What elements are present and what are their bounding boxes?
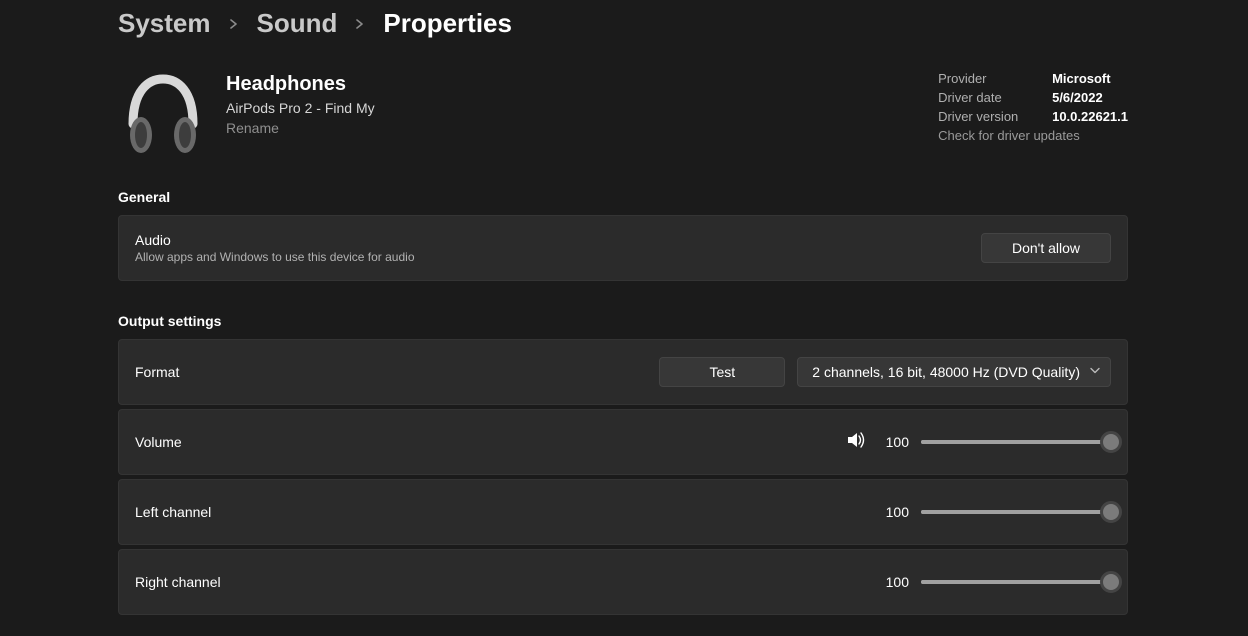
device-header: Headphones AirPods Pro 2 - Find My Renam… (118, 69, 375, 159)
check-driver-updates-link[interactable]: Check for driver updates (938, 128, 1128, 143)
right-channel-slider[interactable] (921, 580, 1111, 584)
format-label: Format (135, 364, 179, 380)
breadcrumb-system[interactable]: System (118, 8, 211, 39)
right-channel-card: Right channel 100 (118, 549, 1128, 615)
speaker-icon[interactable] (845, 429, 867, 456)
driver-date-label: Driver date (938, 88, 1026, 107)
breadcrumb-sound[interactable]: Sound (257, 8, 338, 39)
volume-label: Volume (135, 434, 182, 450)
volume-value: 100 (879, 434, 909, 450)
left-channel-slider[interactable] (921, 510, 1111, 514)
driver-version-value: 10.0.22621.1 (1052, 107, 1128, 126)
audio-title: Audio (135, 232, 415, 248)
driver-date-value: 5/6/2022 (1052, 88, 1103, 107)
volume-card: Volume 100 (118, 409, 1128, 475)
output-settings-header: Output settings (118, 313, 1128, 329)
chevron-down-icon (1090, 366, 1100, 379)
test-button[interactable]: Test (659, 357, 785, 387)
driver-version-label: Driver version (938, 107, 1026, 126)
audio-allow-card: Audio Allow apps and Windows to use this… (118, 215, 1128, 281)
audio-subtitle: Allow apps and Windows to use this devic… (135, 250, 415, 264)
right-channel-label: Right channel (135, 574, 221, 590)
headphones-icon (118, 69, 208, 159)
left-channel-label: Left channel (135, 504, 211, 520)
left-channel-value: 100 (879, 504, 909, 520)
driver-provider-value: Microsoft (1052, 69, 1111, 88)
format-select[interactable]: 2 channels, 16 bit, 48000 Hz (DVD Qualit… (797, 357, 1111, 387)
driver-provider-label: Provider (938, 69, 1026, 88)
general-section-header: General (118, 189, 1128, 205)
format-card: Format Test 2 channels, 16 bit, 48000 Hz… (118, 339, 1128, 405)
chevron-right-icon (229, 16, 239, 32)
breadcrumb-properties: Properties (383, 8, 512, 39)
volume-slider[interactable] (921, 440, 1111, 444)
rename-link[interactable]: Rename (226, 120, 375, 136)
driver-info: Provider Microsoft Driver date 5/6/2022 … (938, 69, 1128, 143)
device-title: Headphones (226, 73, 375, 96)
breadcrumb: System Sound Properties (118, 8, 1128, 39)
right-channel-value: 100 (879, 574, 909, 590)
format-select-value: 2 channels, 16 bit, 48000 Hz (DVD Qualit… (812, 364, 1080, 380)
device-subtitle: AirPods Pro 2 - Find My (226, 100, 375, 116)
dont-allow-button[interactable]: Don't allow (981, 233, 1111, 263)
left-channel-card: Left channel 100 (118, 479, 1128, 545)
chevron-right-icon (355, 16, 365, 32)
